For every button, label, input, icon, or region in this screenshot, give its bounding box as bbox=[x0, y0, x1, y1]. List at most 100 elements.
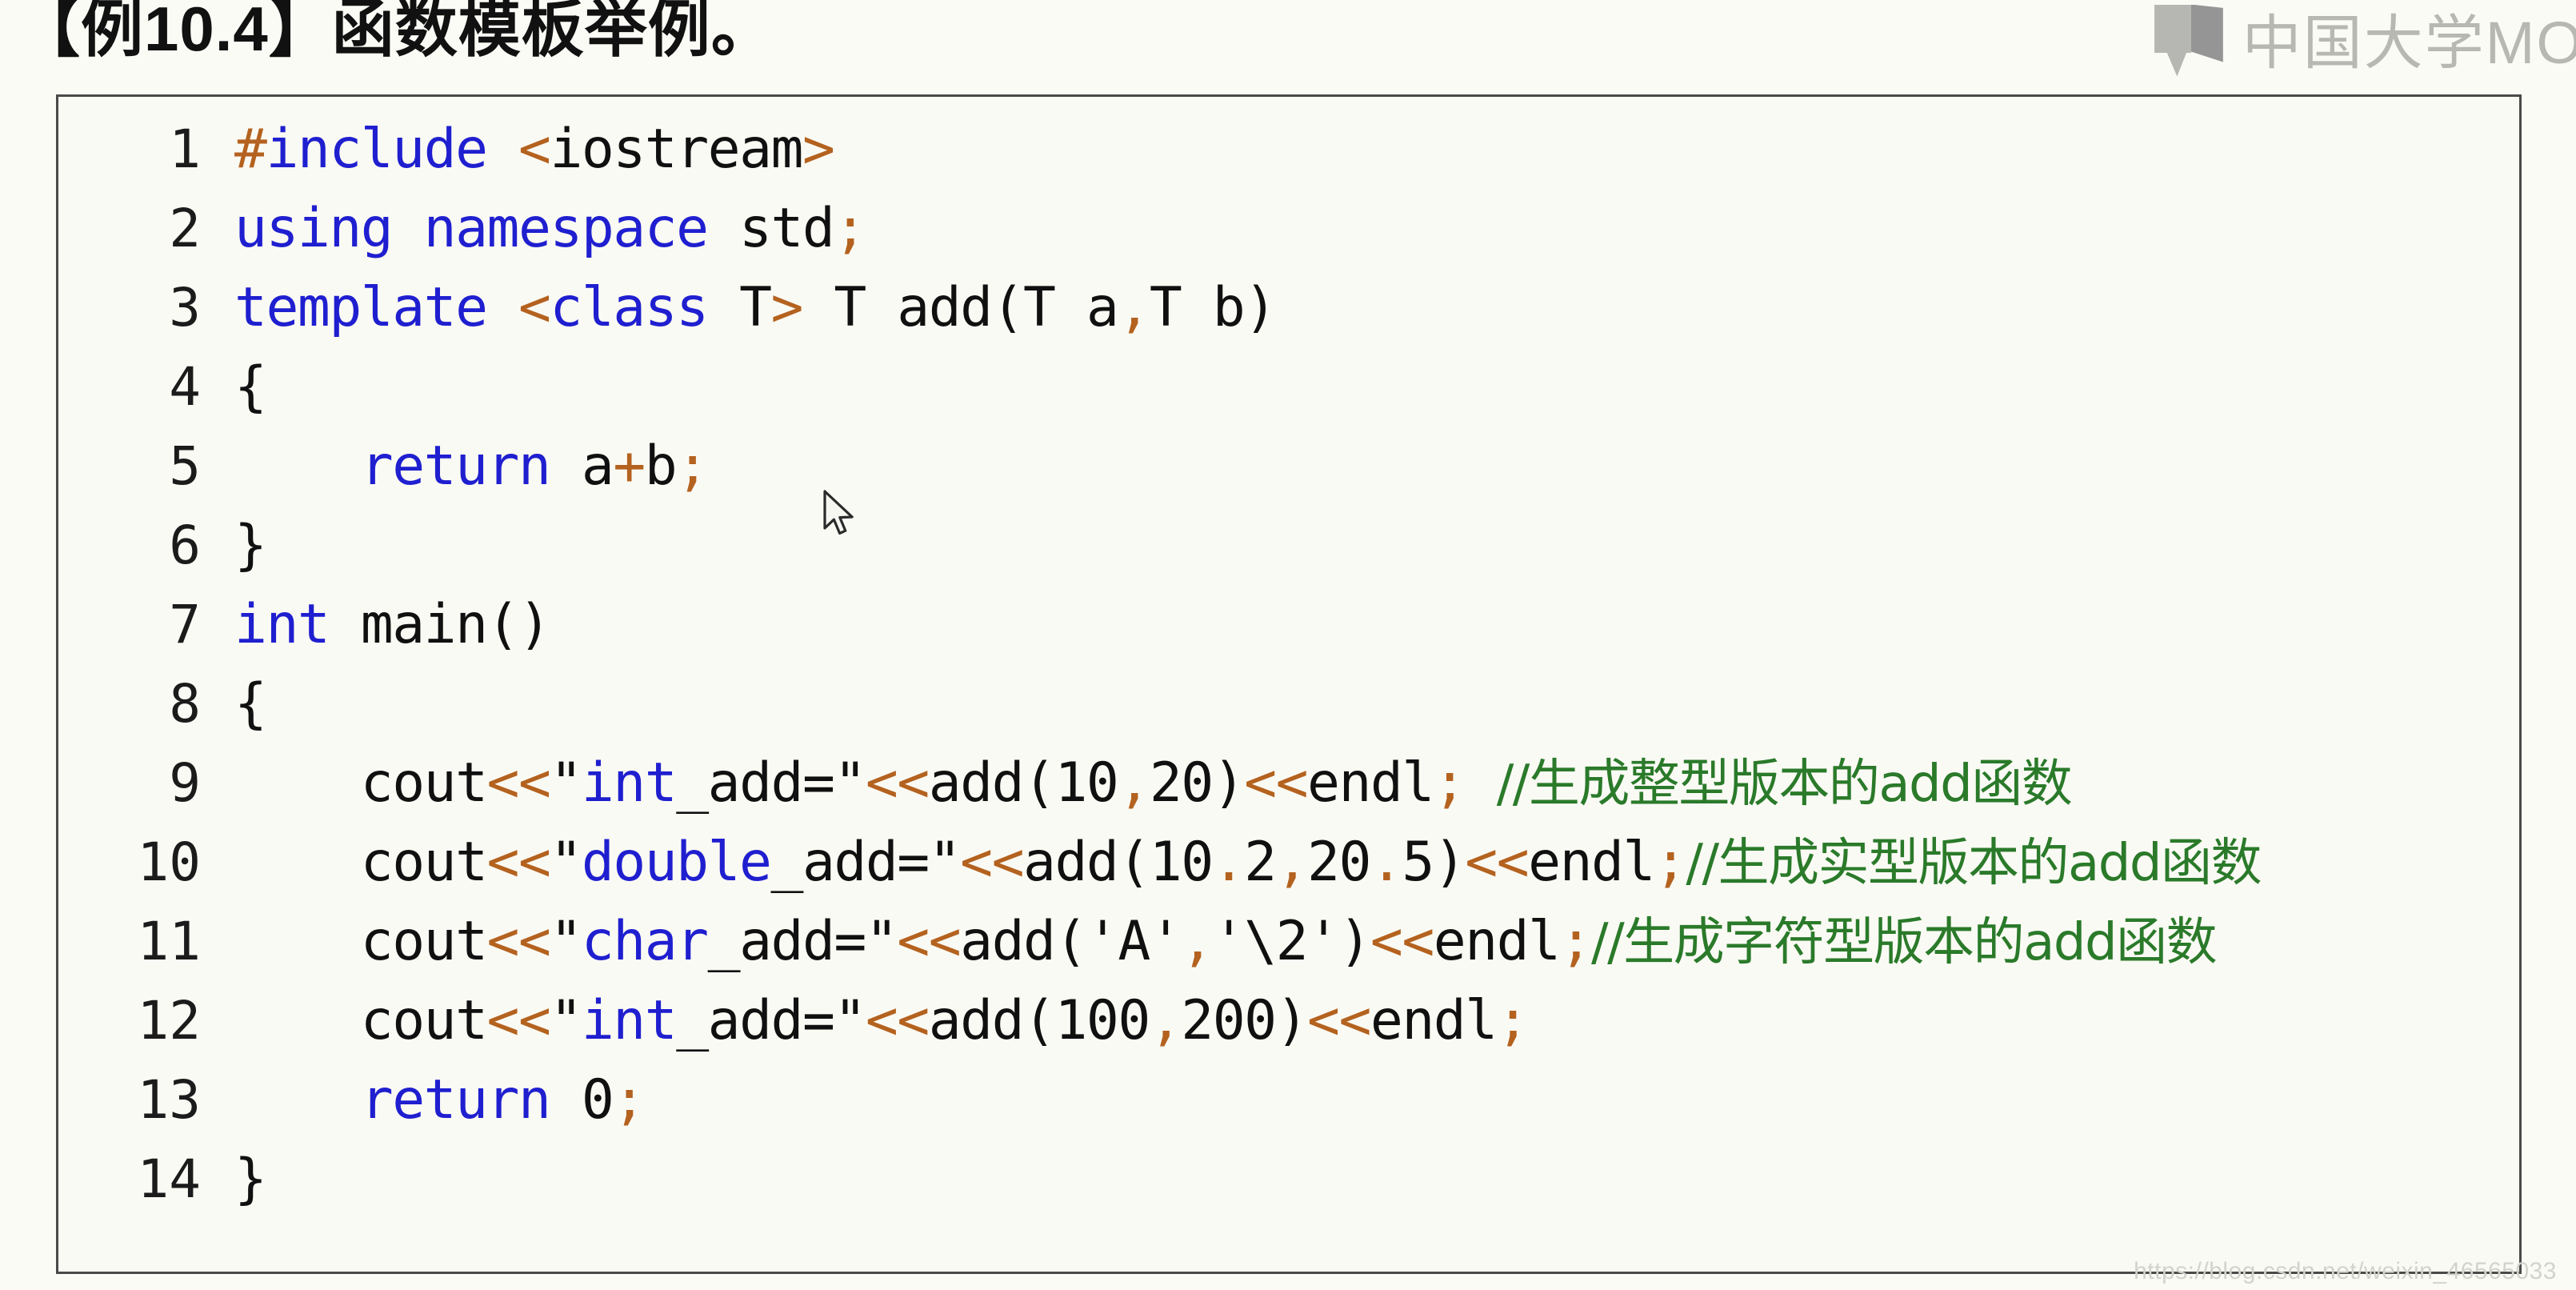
code-token: cout bbox=[234, 910, 488, 973]
code-block-frame: 1 #include <iostream> 2 using namespace std… bbox=[56, 94, 2522, 1274]
code-line: 2 using namespace std; bbox=[58, 189, 2519, 268]
code-line: 13 return 0; bbox=[58, 1060, 2519, 1140]
code-line: 6} bbox=[58, 506, 2519, 585]
line-number: 6 bbox=[169, 515, 201, 576]
code-token: ; bbox=[1496, 989, 1530, 1052]
code-token: char bbox=[581, 910, 709, 973]
mooc-logo-icon bbox=[2154, 4, 2231, 77]
code-line-source: #include <iostream> bbox=[234, 110, 2519, 189]
code-line: 14} bbox=[58, 1140, 2519, 1219]
code-line-source: } bbox=[234, 506, 2519, 585]
code-token: add('A' bbox=[960, 910, 1182, 973]
code-line-source: template <class T> T add(T a,T b) bbox=[234, 268, 2519, 347]
code-line-source: int main() bbox=[234, 585, 2519, 664]
code-token: << bbox=[1370, 910, 1434, 973]
code-token: add(100 bbox=[928, 989, 1151, 1052]
code-token: , bbox=[1275, 831, 1309, 894]
line-number: 5 bbox=[169, 435, 201, 497]
code-line: 10 cout<<"double_add="<<add(10.2,20.5)<<… bbox=[58, 823, 2519, 902]
line-number: 12 bbox=[137, 990, 201, 1052]
code-token: ; bbox=[613, 1068, 646, 1132]
line-number: 13 bbox=[137, 1069, 201, 1131]
code-token: # bbox=[234, 118, 267, 181]
code-line: 4{ bbox=[58, 347, 2519, 427]
code-line-source: using namespace std; bbox=[234, 189, 2519, 268]
code-line: 9 cout<<"int_add="<<add(10,20)<<endl; //… bbox=[58, 743, 2519, 823]
code-token: " bbox=[550, 910, 582, 973]
code-token: cout bbox=[234, 831, 488, 894]
code-token: ; bbox=[834, 197, 866, 260]
code-line-source: } bbox=[234, 1140, 2519, 1219]
code-token: ; bbox=[1559, 910, 1593, 973]
code-token: a bbox=[550, 435, 614, 498]
code-token: << bbox=[486, 751, 551, 815]
code-token: template bbox=[234, 276, 488, 339]
code-token: << bbox=[1307, 989, 1371, 1052]
code-token: " bbox=[550, 831, 582, 894]
code-token: cout bbox=[234, 751, 488, 815]
code-token: endl bbox=[1433, 910, 1561, 973]
code-token: cout bbox=[234, 989, 488, 1052]
code-token: //生成字符型版本的add函数 bbox=[1591, 913, 2218, 972]
code-token: 5) bbox=[1402, 831, 1466, 894]
code-token: main() bbox=[329, 593, 551, 656]
code-token: ; bbox=[1654, 831, 1687, 894]
code-line: 5 return a+b; bbox=[58, 427, 2519, 506]
code-line-source: { bbox=[234, 664, 2519, 743]
code-token: 200) bbox=[1181, 989, 1308, 1052]
code-token: , bbox=[1149, 989, 1182, 1052]
code-token: { bbox=[234, 355, 267, 419]
mooc-watermark: 中国大学MO bbox=[2154, 0, 2576, 81]
line-number: 10 bbox=[137, 831, 201, 893]
code-token: 20 bbox=[1307, 831, 1371, 894]
code-line: 8{ bbox=[58, 664, 2519, 743]
code-token: , bbox=[1118, 276, 1150, 339]
code-token: ; bbox=[1433, 751, 1466, 815]
code-token: , bbox=[1181, 910, 1214, 973]
code-token: add(10 bbox=[1023, 831, 1214, 894]
code-token: int bbox=[581, 751, 678, 815]
code-token: T b) bbox=[1149, 276, 1277, 339]
code-token: << bbox=[486, 989, 551, 1052]
code-token: << bbox=[897, 910, 961, 973]
line-number: 2 bbox=[169, 198, 201, 259]
code-token: _add=" bbox=[676, 989, 866, 1052]
code-line: 12 cout<<"int_add="<<add(100,200)<<endl; bbox=[58, 981, 2519, 1060]
code-token: << bbox=[1465, 831, 1529, 894]
code-token: << bbox=[486, 910, 551, 973]
code-token: T add(T a bbox=[802, 276, 1118, 339]
code-token: add(10 bbox=[928, 751, 1119, 815]
code-token: 0 bbox=[550, 1068, 614, 1132]
code-token: << bbox=[486, 831, 551, 894]
line-number: 3 bbox=[169, 277, 201, 339]
code-token: //生成整型版本的add函数 bbox=[1496, 755, 2073, 814]
code-token: '\2') bbox=[1212, 910, 1372, 973]
code-token: int bbox=[234, 593, 330, 656]
code-token: << bbox=[865, 751, 930, 815]
code-token: > bbox=[770, 276, 804, 339]
code-token: using namespace bbox=[234, 197, 709, 260]
code-token: , bbox=[1118, 751, 1150, 815]
code-token: + bbox=[613, 435, 646, 498]
code-line: 3 template <class T> T add(T a,T b) bbox=[58, 268, 2519, 347]
code-token: class bbox=[550, 276, 709, 339]
code-token: _add=" bbox=[770, 831, 962, 894]
code-token: } bbox=[234, 514, 267, 577]
code-token: _add=" bbox=[707, 910, 898, 973]
line-number: 8 bbox=[169, 673, 201, 735]
code-token: 2 bbox=[1244, 831, 1277, 894]
code-token: return bbox=[360, 1068, 551, 1132]
code-token: < bbox=[518, 276, 551, 339]
code-line-source: cout<<"char_add="<<add('A','\2')<<endl;/… bbox=[234, 902, 2519, 983]
code-token: include bbox=[266, 118, 488, 181]
code-token: double bbox=[581, 831, 772, 894]
code-token: endl bbox=[1307, 751, 1434, 815]
code-token: < bbox=[518, 118, 551, 181]
page-title: 【例10.4】函数模板举例。 bbox=[18, 0, 774, 64]
code-token: { bbox=[234, 672, 267, 735]
code-line-source: { bbox=[234, 347, 2519, 427]
line-number: 11 bbox=[137, 911, 201, 972]
